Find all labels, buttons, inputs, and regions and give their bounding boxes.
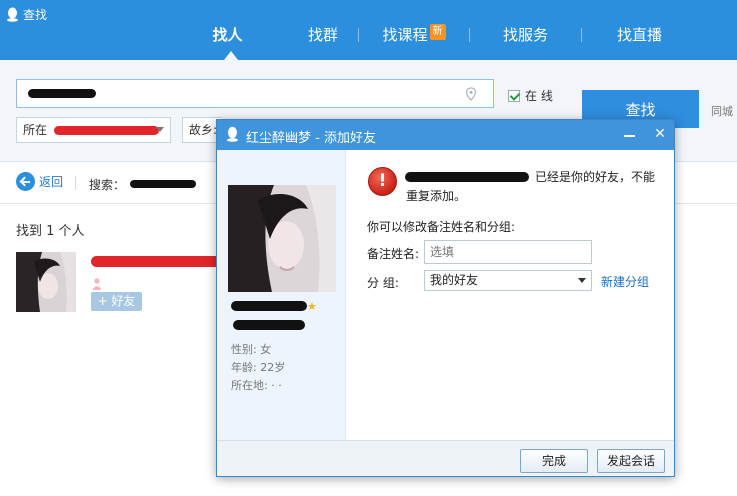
search-keyword-label: 搜索： xyxy=(89,178,126,192)
profile-photo xyxy=(228,185,336,292)
tab-find-people[interactable]: 找人 xyxy=(190,22,265,48)
dialog-titlebar[interactable]: 红尘醉幽梦 - 添加好友 ✕ xyxy=(217,120,674,150)
redacted-text xyxy=(28,89,96,98)
start-chat-button[interactable]: 发起会话 xyxy=(597,449,665,473)
remark-label: 备注姓名: xyxy=(367,247,420,261)
dialog-title: 红尘醉幽梦 - 添加好友 xyxy=(246,131,376,146)
remark-name-input[interactable] xyxy=(424,240,592,264)
online-only-checkbox[interactable]: 在 线 xyxy=(508,87,553,104)
tab-find-live[interactable]: 找直播 xyxy=(582,22,697,48)
add-friend-dialog: 红尘醉幽梦 - 添加好友 ✕ ★ 性别: 女 年龄: 22岁 所在地: · · … xyxy=(216,119,675,477)
checkbox-checked-icon[interactable] xyxy=(508,89,520,102)
modify-hint: 你可以修改备注姓名和分组: xyxy=(367,220,516,234)
star-icon: ★ xyxy=(307,300,317,313)
chevron-down-icon xyxy=(156,127,164,132)
found-count: 找到 1 个人 xyxy=(16,224,85,239)
back-button[interactable]: 返回 xyxy=(16,172,63,191)
dialog-footer: 完成 发起会话 xyxy=(217,440,674,476)
new-group-link[interactable]: 新建分组 xyxy=(601,273,649,290)
active-tab-indicator xyxy=(224,51,238,60)
group-select[interactable]: 我的好友 xyxy=(424,270,592,291)
same-city-label: 同城 xyxy=(711,105,733,118)
profile-panel: ★ 性别: 女 年龄: 22岁 所在地: · · xyxy=(217,150,346,440)
profile-age: 年龄: 22岁 xyxy=(231,361,286,374)
location-pin-icon[interactable] xyxy=(465,87,477,101)
app-title-text: 查找 xyxy=(23,8,48,22)
dropdown-arrow-icon xyxy=(578,278,586,283)
qq-penguin-icon xyxy=(227,126,238,142)
redacted-text xyxy=(54,126,159,135)
female-icon xyxy=(93,278,101,290)
tab-find-services[interactable]: 找服务 xyxy=(470,22,581,48)
tab-bar: 找人 找群 找课程新 找服务 找直播 xyxy=(190,22,697,48)
redacted-number xyxy=(231,301,307,311)
profile-gender: 性别: 女 xyxy=(231,343,272,356)
done-button[interactable]: 完成 xyxy=(520,449,588,473)
location-filter[interactable]: 所在 xyxy=(16,117,171,143)
redacted-name xyxy=(91,256,223,267)
divider xyxy=(75,176,76,190)
tab-find-groups[interactable]: 找群 xyxy=(288,22,358,48)
app-title: 查找 xyxy=(6,6,47,23)
profile-location: 所在地: · · xyxy=(231,379,282,392)
search-input[interactable] xyxy=(16,79,494,108)
avatar-photo xyxy=(16,252,76,312)
header-bar: 查找 找人 找群 找课程新 找服务 找直播 xyxy=(0,0,737,60)
new-badge: 新 xyxy=(429,24,446,40)
redacted-text xyxy=(130,180,196,188)
qq-penguin-icon xyxy=(7,7,18,22)
close-icon[interactable]: ✕ xyxy=(653,127,667,141)
add-friend-button[interactable]: + 好友 xyxy=(91,292,142,311)
group-label: 分 组: xyxy=(367,276,399,290)
result-avatar[interactable] xyxy=(16,252,76,312)
back-arrow-icon xyxy=(16,172,35,191)
tab-find-courses[interactable]: 找课程新 xyxy=(359,22,469,48)
redacted-nickname xyxy=(233,320,305,330)
minimize-icon[interactable] xyxy=(624,135,635,137)
online-label: 在 线 xyxy=(525,89,553,103)
profile-photo-image xyxy=(228,185,336,292)
already-friend-message: 已经是你的好友，不能 重复添加。 xyxy=(406,170,656,203)
warning-icon: ! xyxy=(368,167,397,196)
